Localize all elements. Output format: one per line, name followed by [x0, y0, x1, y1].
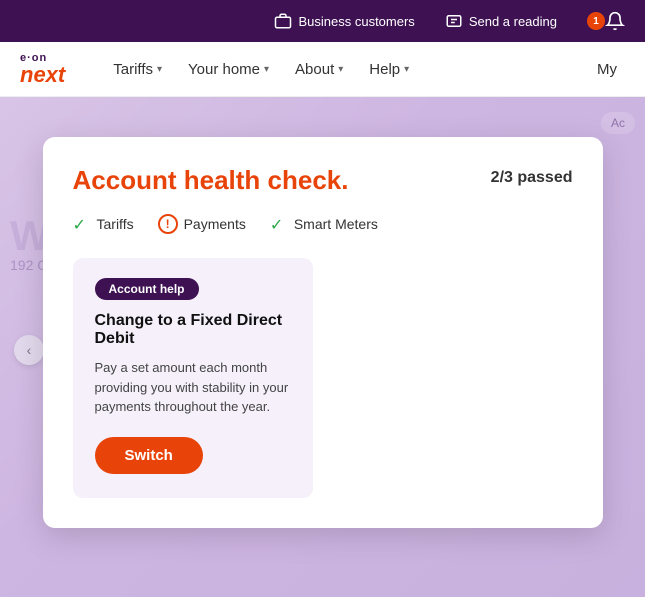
warning-icon: ! [158, 214, 178, 234]
nav-your-home-label: Your home [188, 61, 260, 78]
help-title: Change to a Fixed Direct Debit [95, 312, 291, 348]
nav-help-label: Help [369, 61, 400, 78]
health-items: ✓ Tariffs ! Payments ✓ Smart Meters [73, 214, 573, 234]
modal-card: Account health check. 2/3 passed ✓ Tarif… [43, 137, 603, 528]
send-reading-label: Send a reading [469, 14, 557, 29]
send-reading-link[interactable]: Send a reading [445, 12, 557, 30]
health-item-smart-meters: ✓ Smart Meters [270, 215, 378, 233]
notification-badge: 1 [587, 12, 605, 30]
check-icon: ✓ [73, 215, 91, 233]
modal-title: Account health check. [73, 165, 349, 196]
nav-tariffs-label: Tariffs [113, 61, 153, 78]
nav-my[interactable]: My [589, 42, 625, 96]
chevron-down-icon: ▾ [404, 64, 409, 75]
nav-tariffs[interactable]: Tariffs ▾ [105, 42, 170, 96]
help-card: Account help Change to a Fixed Direct De… [73, 258, 313, 498]
switch-button[interactable]: Switch [95, 437, 203, 474]
health-payments-label: Payments [184, 216, 246, 232]
modal-passed: 2/3 passed [491, 169, 573, 187]
logo-next-text: next [20, 64, 65, 86]
help-description: Pay a set amount each month providing yo… [95, 358, 291, 417]
bell-icon [605, 11, 625, 31]
chevron-down-icon: ▾ [338, 64, 343, 75]
chevron-down-icon: ▾ [157, 64, 162, 75]
health-item-payments: ! Payments [158, 214, 246, 234]
chevron-down-icon: ▾ [264, 64, 269, 75]
health-smart-meters-label: Smart Meters [294, 216, 378, 232]
modal-overlay: Account health check. 2/3 passed ✓ Tarif… [0, 97, 645, 597]
business-customers-link[interactable]: Business customers [274, 12, 414, 30]
check-icon: ✓ [270, 215, 288, 233]
nav-your-home[interactable]: Your home ▾ [180, 42, 277, 96]
briefcase-icon [274, 12, 292, 30]
modal-header: Account health check. 2/3 passed [73, 165, 573, 196]
top-bar: Business customers Send a reading 1 [0, 0, 645, 42]
notification-wrapper[interactable]: 1 [587, 11, 625, 31]
meter-icon [445, 12, 463, 30]
help-tag: Account help [95, 278, 199, 300]
health-tariffs-label: Tariffs [97, 216, 134, 232]
nav-help[interactable]: Help ▾ [361, 42, 417, 96]
nav-my-label: My [597, 61, 617, 78]
logo[interactable]: e·on next [20, 52, 65, 86]
health-item-tariffs: ✓ Tariffs [73, 215, 134, 233]
nav-bar: e·on next Tariffs ▾ Your home ▾ About ▾ … [0, 42, 645, 97]
nav-about-label: About [295, 61, 334, 78]
nav-about[interactable]: About ▾ [287, 42, 351, 96]
business-customers-label: Business customers [298, 14, 414, 29]
